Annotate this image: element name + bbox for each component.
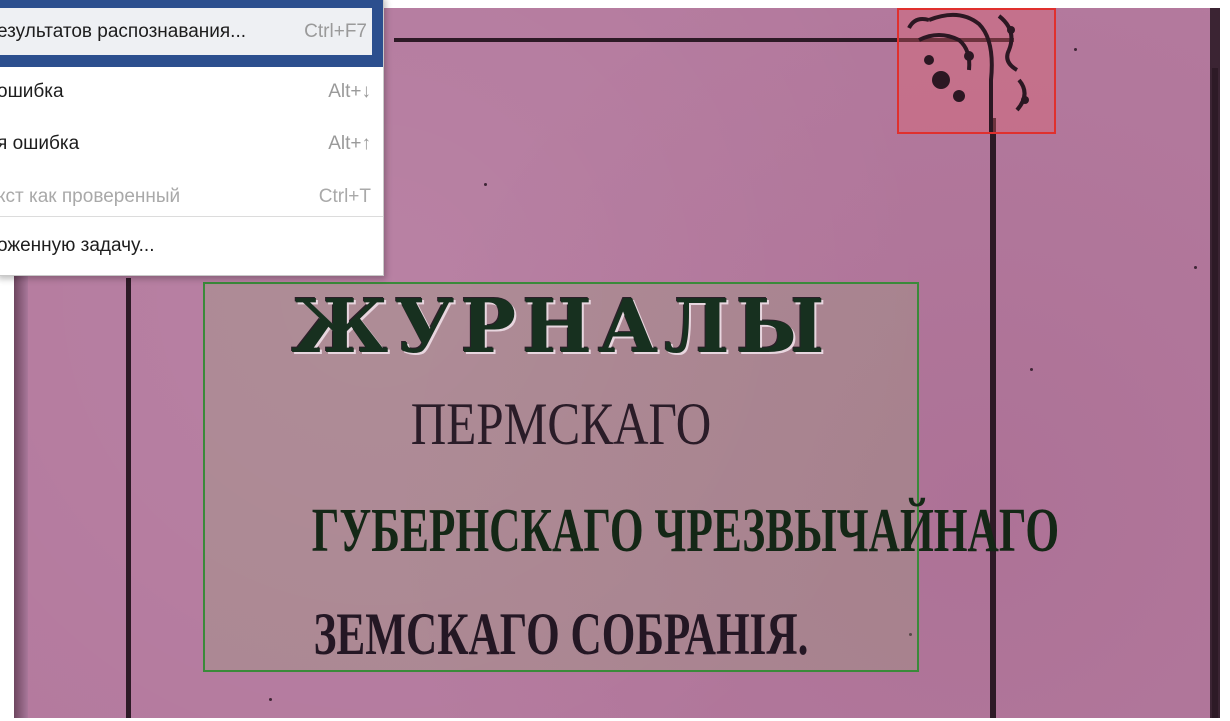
speck — [1194, 266, 1197, 269]
menu-item-shortcut: Ctrl+F7 — [304, 21, 367, 42]
menu-item-deferred-task[interactable]: оженную задачу... — [0, 221, 383, 271]
menu-item-mark-verified: кст как проверенный Ctrl+T — [0, 172, 383, 222]
title-line-journals: ЖУРНАЛЫ — [291, 284, 831, 370]
menu-item-label: кст как проверенный — [0, 186, 181, 207]
menu-item-label: оженную задачу... — [0, 235, 155, 256]
picture-region-box[interactable] — [897, 8, 1056, 134]
menu-item-label: езультатов распознавания... — [0, 21, 247, 42]
speck — [1074, 48, 1077, 51]
frame-left-line — [126, 278, 131, 718]
menu-item-previous-error[interactable]: я ошибка Alt+↑ — [0, 119, 383, 169]
ornament-icon — [907, 12, 1029, 132]
speck — [484, 183, 487, 186]
text-region-box[interactable]: ЖУРНАЛЫ ПЕРМСКАГО ГУБЕРНСКАГО ЧРЕЗВЫЧАЙН… — [203, 282, 1060, 672]
menu-item-shortcut: Alt+↓ — [328, 81, 371, 102]
speck — [1030, 368, 1033, 371]
frame-right-line — [990, 118, 996, 718]
menu-item-check-recognition-results[interactable]: езультатов распознавания... Ctrl+F7 — [0, 0, 383, 67]
menu-item-label: я ошибка — [0, 133, 80, 154]
menu-item-next-error[interactable]: ошибка Alt+↓ — [0, 67, 383, 117]
context-menu: езультатов распознавания... Ctrl+F7 ошиб… — [0, 0, 384, 276]
menu-item-label: ошибка — [0, 81, 64, 102]
speck — [269, 698, 272, 701]
title-line-zemskago: ЗЕМСКАГО СОБРАНІЯ. — [313, 601, 809, 667]
menu-item-shortcut: Ctrl+T — [318, 186, 371, 207]
title-line-gubernskago: ГУБЕРНСКАГО ЧРЕЗВЫЧАЙНАГО — [311, 497, 1060, 565]
page-right-border-line — [1212, 68, 1218, 718]
title-line-perm: ПЕРМСКАГО — [410, 391, 712, 457]
menu-item-shortcut: Alt+↑ — [328, 133, 371, 154]
menu-separator — [0, 216, 383, 217]
